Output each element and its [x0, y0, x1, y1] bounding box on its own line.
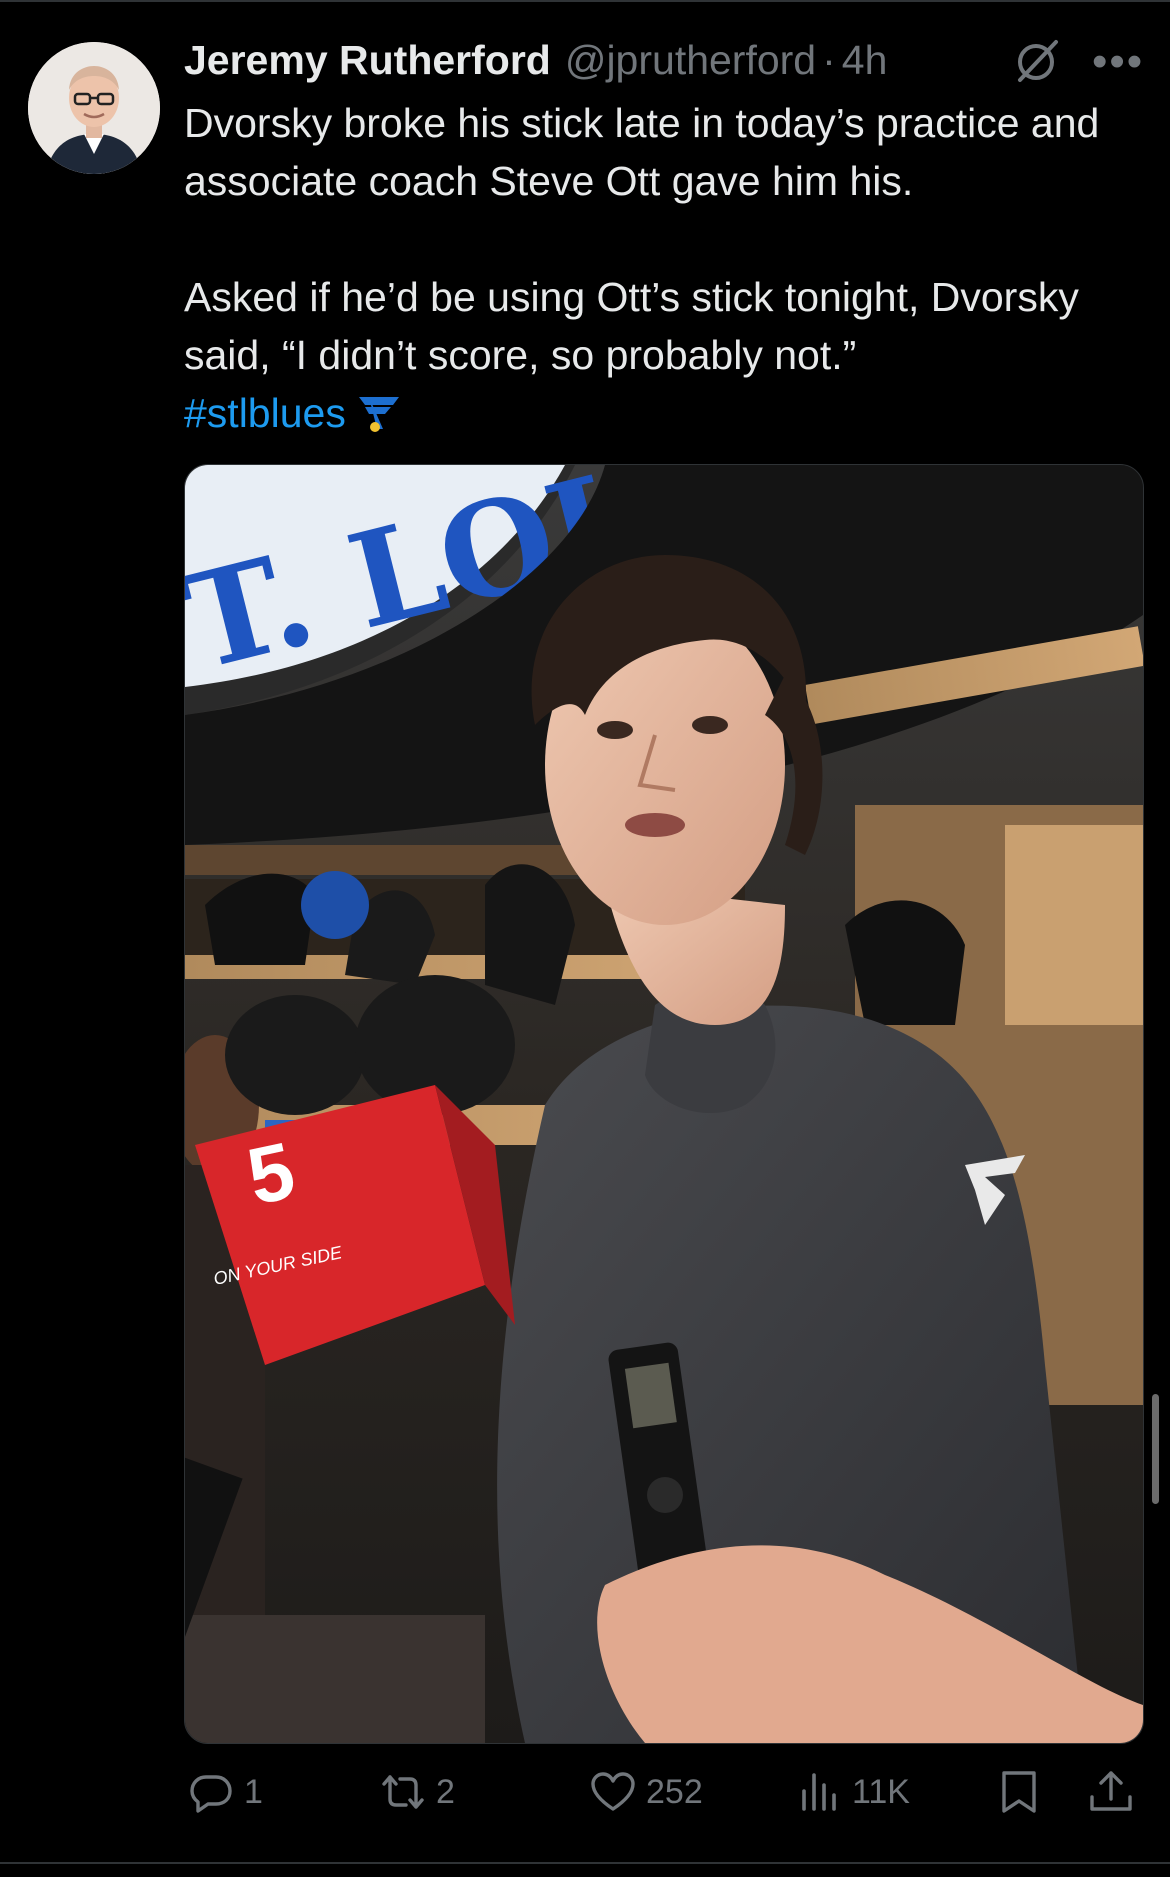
views-count: 11K — [852, 1772, 910, 1811]
like-icon — [591, 1772, 635, 1811]
more-icon[interactable]: ••• — [1092, 40, 1144, 84]
top-divider — [0, 0, 1170, 2]
like-button[interactable]: 252 — [590, 1760, 703, 1824]
hashtag-line: #stlblues — [184, 384, 1144, 442]
tweet-paragraph-1: Dvorsky broke his stick late in today’s … — [184, 100, 1100, 204]
like-count: 252 — [646, 1772, 703, 1811]
share-icon — [1090, 1771, 1132, 1811]
repost-button[interactable]: 2 — [380, 1760, 455, 1824]
views-button[interactable]: 11K — [796, 1760, 910, 1824]
tweet-photo[interactable]: T. LOU 22 — [184, 464, 1144, 1744]
scrollbar-thumb[interactable] — [1152, 1394, 1159, 1504]
repost-count: 2 — [436, 1772, 455, 1811]
bookmark-icon — [1002, 1771, 1036, 1813]
views-icon — [802, 1773, 836, 1811]
repost-icon — [382, 1775, 424, 1809]
author-handle[interactable]: @jprutherford — [565, 37, 816, 84]
reply-count: 1 — [244, 1772, 263, 1811]
hashtag-link[interactable]: #stlblues — [184, 390, 346, 436]
grok-icon[interactable] — [1012, 36, 1062, 86]
reply-icon — [190, 1775, 232, 1813]
blue-note-emoji-icon[interactable] — [357, 393, 401, 433]
photo-image: T. LOU 22 — [185, 465, 1143, 1743]
tweet-timestamp[interactable]: 4h — [842, 37, 888, 84]
tweet-text: Dvorsky broke his stick late in today’s … — [184, 94, 1144, 442]
tweet-actions: 1 2 252 11K — [184, 1760, 1144, 1824]
reply-button[interactable]: 1 — [188, 1760, 263, 1824]
bookmark-button[interactable] — [996, 1760, 1052, 1824]
author-name[interactable]: Jeremy Rutherford — [184, 37, 551, 84]
author-avatar[interactable] — [28, 42, 160, 174]
share-button[interactable] — [1088, 1760, 1144, 1824]
avatar-image — [28, 42, 160, 174]
tweet-paragraph-2: Asked if he’d be using Ott’s stick tonig… — [184, 274, 1079, 378]
bottom-divider — [0, 1862, 1170, 1864]
tweet-header: Jeremy Rutherford @jprutherford · 4h — [184, 30, 887, 90]
separator-dot: · — [822, 36, 836, 83]
